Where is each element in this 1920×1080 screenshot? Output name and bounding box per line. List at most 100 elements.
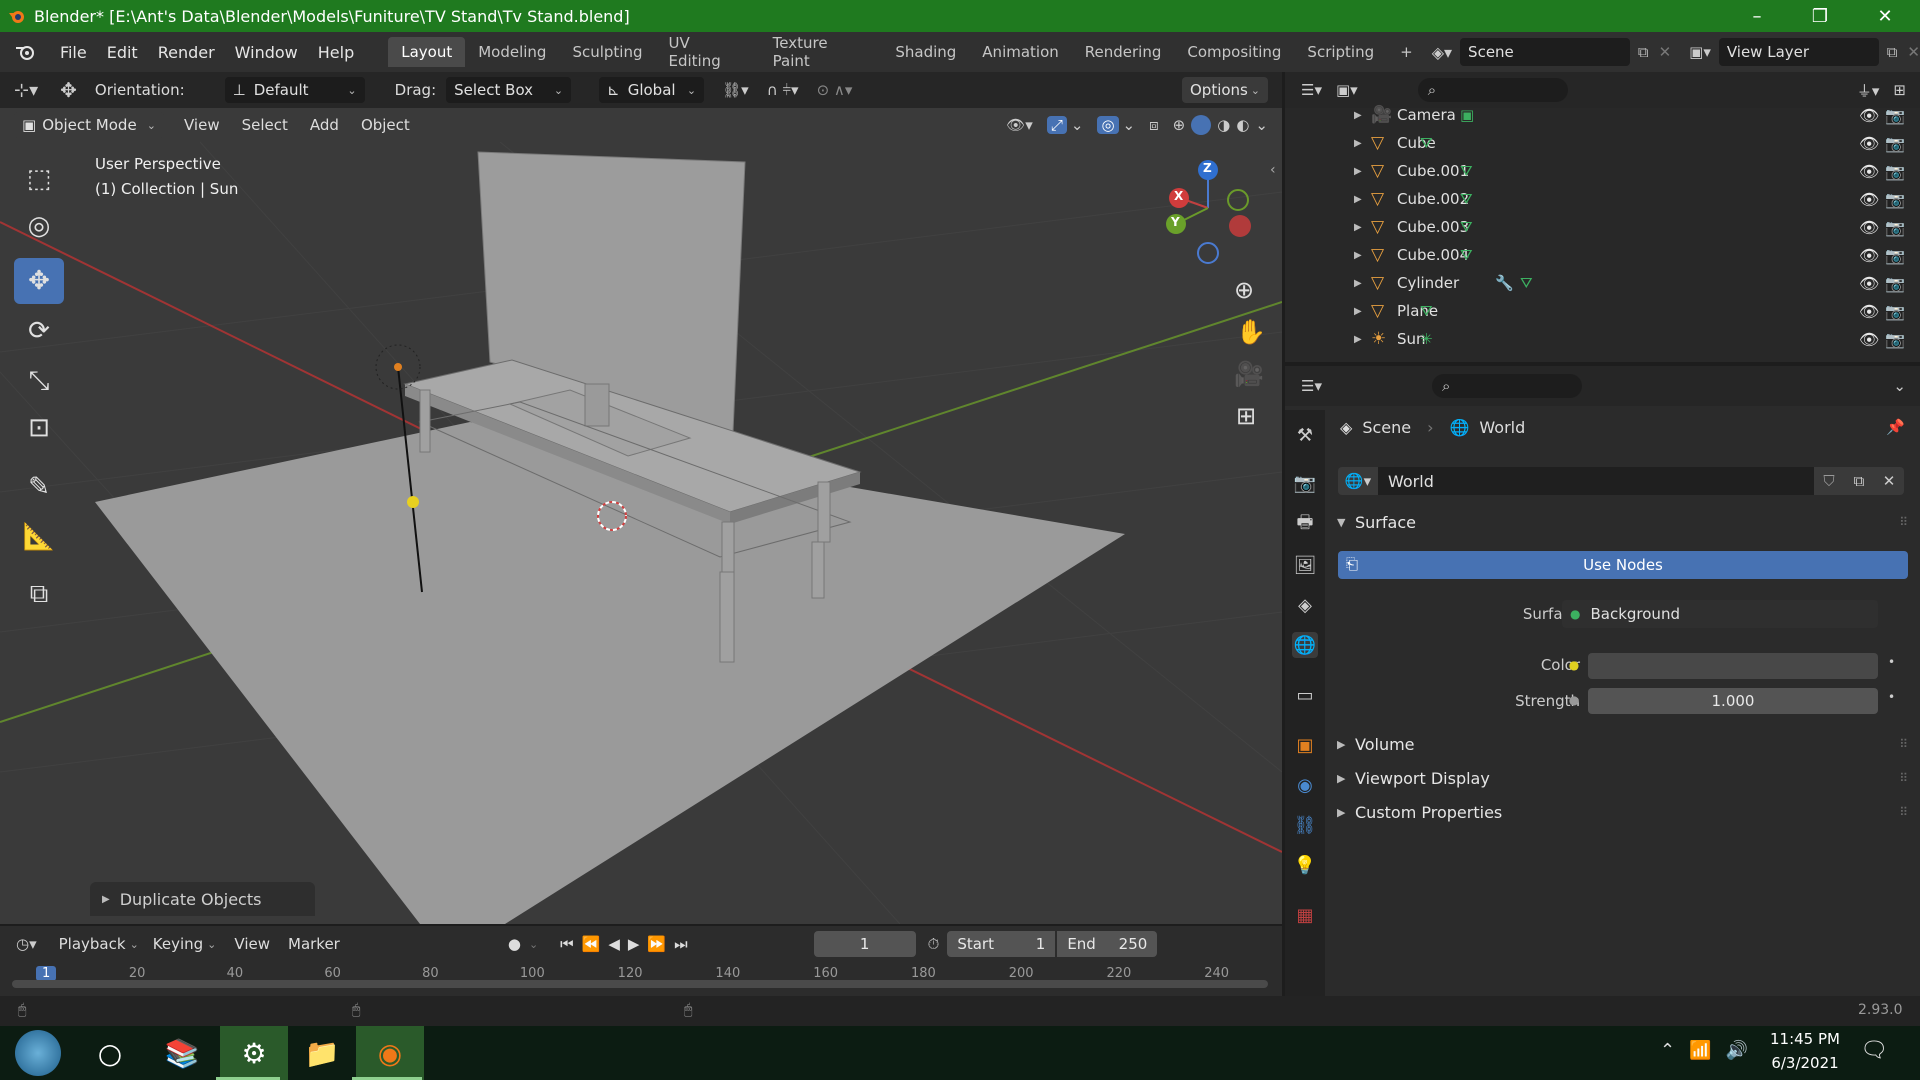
orientation-dropdown[interactable]: ⊥ Default ⌄ xyxy=(224,77,365,103)
file-explorer-icon[interactable]: 📁 xyxy=(288,1026,356,1080)
menu-help[interactable]: Help xyxy=(308,43,364,62)
collection-tab-icon[interactable]: ▭ xyxy=(1292,682,1318,708)
outliner-row[interactable]: ▶ ▽ Cylinder 🔧 ⛛ 👁 📷 xyxy=(1285,269,1920,297)
select-menu[interactable]: Select xyxy=(234,116,296,134)
view-menu[interactable]: View xyxy=(176,116,228,134)
tab-animation[interactable]: Animation xyxy=(969,37,1071,67)
expand-triangle-icon[interactable]: ▶ xyxy=(1354,334,1362,345)
world-name-field[interactable]: World xyxy=(1378,467,1814,495)
tab-texture-paint[interactable]: Texture Paint xyxy=(760,34,883,70)
solid-shading-icon[interactable] xyxy=(1191,115,1212,135)
last-operator-panel[interactable]: ▶ Duplicate Objects xyxy=(90,882,315,916)
wireframe-shading-icon[interactable]: ⊕ xyxy=(1173,116,1186,134)
view-layer-field[interactable]: View Layer xyxy=(1718,38,1879,66)
duplicate-icon[interactable]: ⧉ xyxy=(1844,467,1874,495)
keyframe-dot-icon[interactable]: • xyxy=(1888,690,1895,704)
menu-render[interactable]: Render xyxy=(148,43,225,62)
viewport-display-panel-header[interactable]: ▶ Viewport Display ⠿ xyxy=(1325,762,1920,794)
zoom-icon[interactable]: ⊕ xyxy=(1234,276,1254,304)
eye-icon[interactable]: 👁 xyxy=(1859,190,1879,209)
drag-handle-icon[interactable]: ⠿ xyxy=(1899,771,1908,785)
end-frame-field[interactable]: End 250 xyxy=(1057,931,1158,957)
delete-view-layer-icon[interactable]: ✕ xyxy=(1907,43,1920,61)
playback-controls[interactable]: ⏮⏪◀▶⏩⏭ xyxy=(560,935,695,953)
maximize-button[interactable]: ❐ xyxy=(1790,0,1850,32)
chevron-down-icon[interactable]: ⌄ xyxy=(1893,377,1906,395)
camera-render-icon[interactable]: 📷 xyxy=(1885,302,1905,321)
rendered-shading-icon[interactable]: ◐ xyxy=(1236,116,1249,134)
proportional-edit-icon[interactable]: ⊙ ∧▾ xyxy=(817,81,853,99)
custom-properties-panel-header[interactable]: ▶ Custom Properties ⠿ xyxy=(1325,796,1920,828)
auto-keying-icon[interactable]: ● xyxy=(508,935,521,953)
add-menu[interactable]: Add xyxy=(302,116,347,134)
eye-icon[interactable]: 👁 xyxy=(1859,274,1879,293)
tab-sculpting[interactable]: Sculpting xyxy=(559,37,655,67)
camera-render-icon[interactable]: 📷 xyxy=(1885,218,1905,237)
search-icon[interactable]: ○ xyxy=(76,1026,144,1080)
editor-type-icon[interactable]: ☰▾ xyxy=(1301,377,1322,395)
stopwatch-icon[interactable]: ⏱ xyxy=(928,935,940,953)
material-shading-icon[interactable]: ◑ xyxy=(1217,116,1230,134)
editor-type-icon[interactable]: ☰▾ xyxy=(1301,81,1322,99)
rotate-tool[interactable]: ⟳ xyxy=(14,308,64,354)
scene-tab-icon[interactable]: ◈ xyxy=(1292,592,1318,618)
transform-tool[interactable]: ⊡ xyxy=(14,405,64,451)
outliner-row[interactable]: ▶ ▽ Cube.001 ⛛ 👁 📷 xyxy=(1285,157,1920,185)
scale-tool[interactable]: ⤡ xyxy=(14,358,64,404)
camera-render-icon[interactable]: 📷 xyxy=(1885,274,1905,293)
expand-triangle-icon[interactable]: ▶ xyxy=(1354,306,1362,317)
select-box-tool[interactable]: ⬚ xyxy=(14,156,64,202)
scene-icon[interactable]: ◈▾ xyxy=(1432,43,1452,62)
add-cube-tool[interactable]: ⧉ xyxy=(14,571,64,617)
app-icon[interactable]: 📚 xyxy=(148,1026,216,1080)
color-swatch[interactable] xyxy=(1588,653,1878,679)
menu-window[interactable]: Window xyxy=(225,43,308,62)
display-mode-icon[interactable]: ▣▾ xyxy=(1336,81,1358,99)
strength-socket-icon[interactable]: ● xyxy=(1562,688,1586,712)
perspective-toggle-icon[interactable]: ⊞ xyxy=(1236,402,1256,430)
expand-triangle-icon[interactable]: ▶ xyxy=(1354,250,1362,261)
tab-compositing[interactable]: Compositing xyxy=(1174,37,1294,67)
tab-shading[interactable]: Shading xyxy=(882,37,969,67)
properties-search-input[interactable]: ⌕ xyxy=(1431,374,1582,398)
outliner-row[interactable]: ▶ ▽ Cube ⛛ 👁 📷 xyxy=(1285,129,1920,157)
outliner-row[interactable]: ▶ ▽ Cube.002 ⛛ 👁 📷 xyxy=(1285,185,1920,213)
expand-triangle-icon[interactable]: ▶ xyxy=(1354,166,1362,177)
camera-render-icon[interactable]: 📷 xyxy=(1885,106,1905,125)
xray-icon[interactable]: ⧈ xyxy=(1149,116,1159,134)
eye-icon[interactable]: 👁 xyxy=(1859,218,1879,237)
menu-file[interactable]: File xyxy=(50,43,97,62)
pivot-icon[interactable]: ⛓▾ xyxy=(722,81,749,99)
options-dropdown[interactable]: Options ⌄ xyxy=(1182,77,1268,103)
strength-field[interactable]: 1.000 xyxy=(1588,688,1878,714)
scene-canvas[interactable] xyxy=(0,72,1282,924)
object-data-tab-icon[interactable]: 💡 xyxy=(1292,852,1318,878)
camera-render-icon[interactable]: 📷 xyxy=(1885,246,1905,265)
pan-hand-icon[interactable]: ✋ xyxy=(1236,318,1266,346)
minimize-button[interactable]: – xyxy=(1727,0,1787,32)
timeline-scrollbar[interactable] xyxy=(12,980,1268,988)
expand-triangle-icon[interactable]: ▶ xyxy=(1354,222,1362,233)
world-browse-icon[interactable]: 🌐▾ xyxy=(1338,467,1378,495)
drag-handle-icon[interactable]: ⠿ xyxy=(1899,737,1908,751)
chevron-down-icon[interactable]: ⌄ xyxy=(1123,116,1136,134)
chevron-down-icon[interactable]: ⌄ xyxy=(529,938,538,951)
volume-panel-header[interactable]: ▶ Volume ⠿ xyxy=(1325,728,1920,760)
expand-triangle-icon[interactable]: ▶ xyxy=(1354,194,1362,205)
annotate-tool[interactable]: ✎ xyxy=(14,464,64,510)
use-nodes-button[interactable]: ⎗ Use Nodes xyxy=(1338,551,1908,579)
system-tray-icons[interactable]: ⌃📶🔊 xyxy=(1660,1040,1762,1061)
render-tab-icon[interactable]: 📷 xyxy=(1292,470,1318,496)
filter-icon[interactable]: ⏚▾ xyxy=(1857,80,1880,101)
delete-scene-icon[interactable]: ✕ xyxy=(1659,43,1672,61)
eye-icon[interactable]: 👁 xyxy=(1859,246,1879,265)
surface-shader-field[interactable]: ● Background xyxy=(1562,600,1878,628)
tab-rendering[interactable]: Rendering xyxy=(1072,37,1175,67)
eye-icon[interactable]: 👁 xyxy=(1859,106,1879,125)
camera-view-icon[interactable]: 🎥 xyxy=(1234,360,1264,388)
blender-menu-icon[interactable] xyxy=(0,43,50,61)
outliner-row[interactable]: ▶ ▽ Plane ⛛ 👁 📷 xyxy=(1285,297,1920,325)
start-frame-field[interactable]: Start 1 xyxy=(947,931,1056,957)
outliner-search-input[interactable]: ⌕ xyxy=(1417,78,1568,102)
tool-tab-icon[interactable]: ⚒ xyxy=(1292,422,1318,448)
